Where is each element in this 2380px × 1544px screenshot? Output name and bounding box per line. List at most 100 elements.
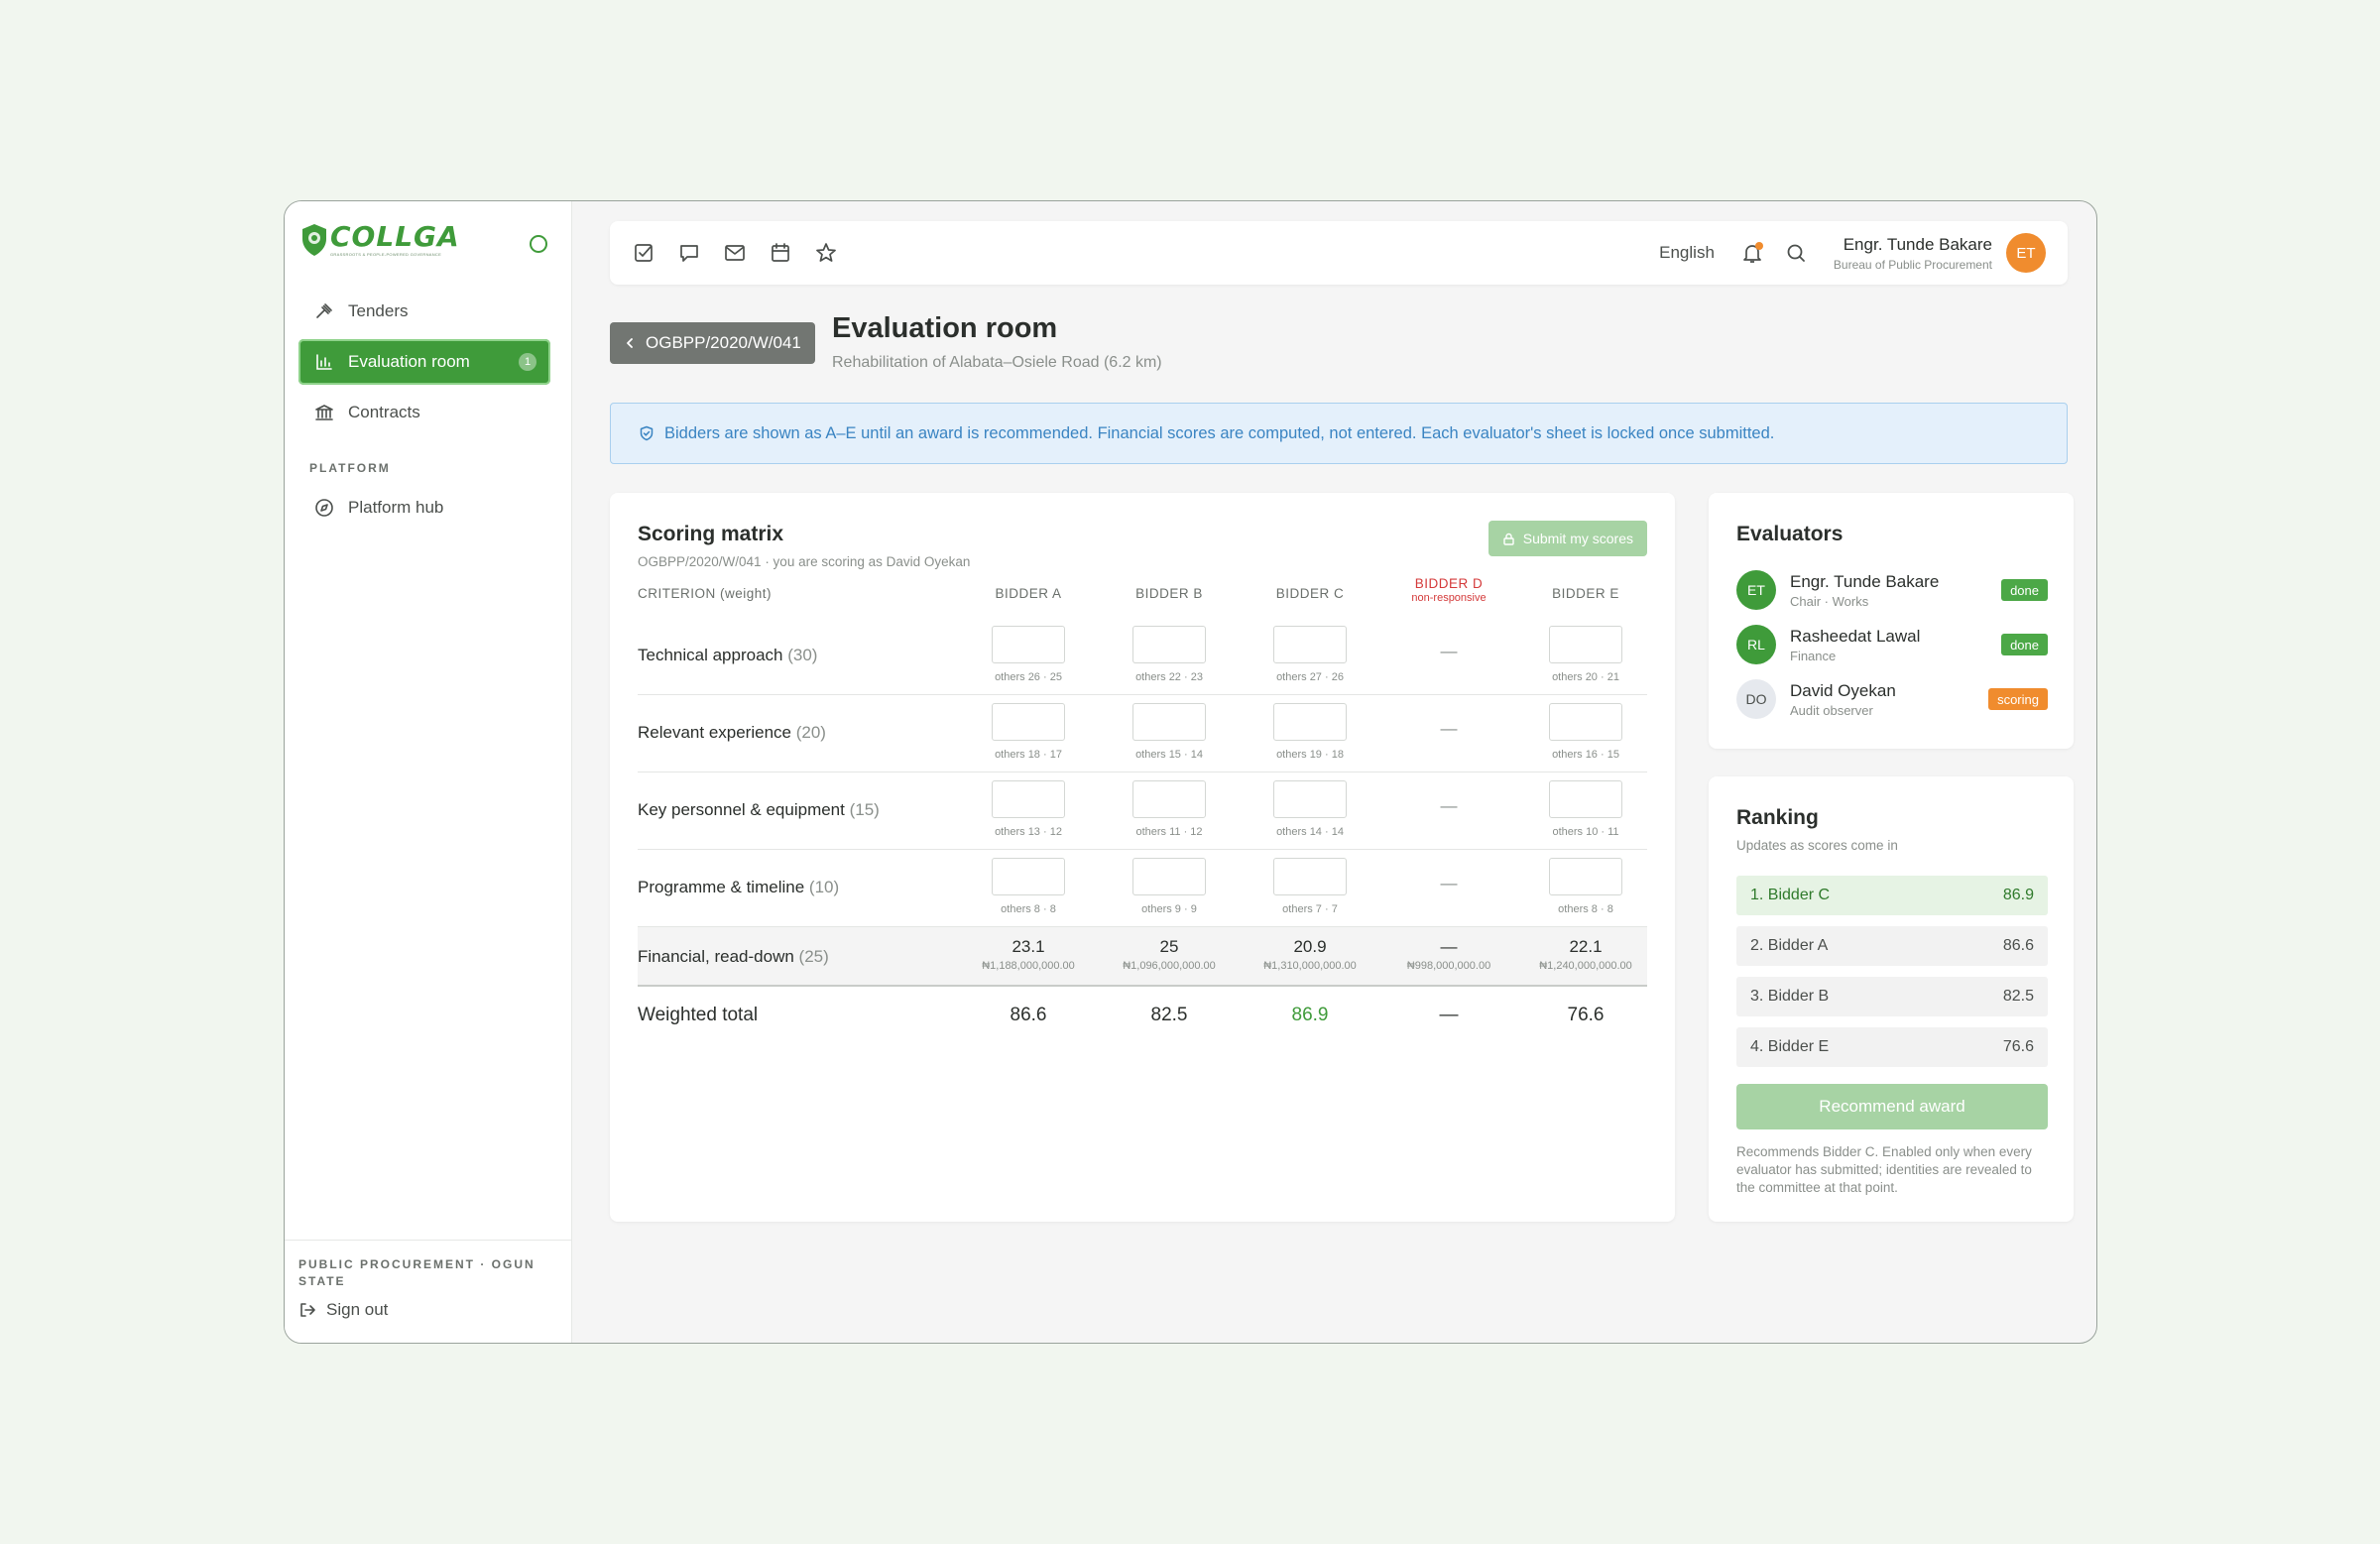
score-input[interactable]: [1132, 780, 1206, 818]
score-input[interactable]: [992, 780, 1065, 818]
recommend-award-note: Recommends Bidder C. Enabled only when e…: [1736, 1144, 2032, 1195]
sign-out-label: Sign out: [326, 1300, 389, 1319]
financial-score: 25: [1159, 937, 1179, 956]
bidder-b-header: BIDDER B: [1135, 586, 1203, 601]
score-input[interactable]: [1273, 626, 1347, 663]
avatar[interactable]: ET: [2006, 233, 2046, 273]
criterion-label: Technical approach (30): [638, 646, 817, 665]
others-scores: others 15 · 14: [1135, 749, 1203, 761]
criterion-weight: (10): [808, 878, 840, 896]
weighted-total-value: 76.6: [1567, 1005, 1605, 1025]
weighted-total-value: —: [1439, 1005, 1459, 1025]
chat-icon[interactable]: [677, 241, 701, 265]
criterion-header: CRITERION (weight): [638, 586, 773, 601]
others-scores: others 8 · 8: [1558, 903, 1613, 915]
score-input[interactable]: [992, 626, 1065, 663]
search-icon[interactable]: [1784, 241, 1808, 265]
score-input[interactable]: [1273, 780, 1347, 818]
financial-cell: 22.1 ₦1,240,000,000.00: [1526, 937, 1645, 972]
criterion-name: Key personnel & equipment: [638, 800, 845, 819]
others-scores: others 22 · 23: [1135, 671, 1203, 683]
notifications-button[interactable]: [1740, 241, 1764, 265]
sign-out-icon: [300, 1303, 315, 1317]
ranking-row: 3. Bidder B 82.5: [1736, 977, 2048, 1016]
evaluator-name: David Oyekan: [1790, 680, 1896, 700]
score-input[interactable]: [1549, 858, 1622, 895]
status-badge: scoring: [1988, 688, 2048, 710]
page-title: Evaluation room: [832, 312, 1058, 344]
submit-scores-button[interactable]: Submit my scores: [1488, 521, 1647, 556]
sidebar-item-label: Platform hub: [348, 498, 444, 517]
sidebar-item-tenders[interactable]: Tenders: [298, 289, 550, 334]
sidebar-item-contracts[interactable]: Contracts: [298, 390, 550, 435]
language-selector[interactable]: English: [1659, 243, 1715, 263]
evaluator-role: Finance: [1790, 648, 1837, 663]
score-input[interactable]: [1132, 626, 1206, 663]
criterion-name: Relevant experience: [638, 723, 791, 742]
score-cell: others 13 · 12: [992, 780, 1065, 838]
ranking-card: Ranking Updates as scores come in 1. Bid…: [1709, 776, 2074, 1222]
evaluator-role: Chair · Works: [1790, 593, 1869, 609]
score-input[interactable]: [1132, 703, 1206, 741]
sign-out-button[interactable]: Sign out: [298, 1300, 557, 1320]
score-input[interactable]: [1549, 626, 1622, 663]
gavel-icon: [316, 303, 332, 318]
scoring-matrix-title: Scoring matrix: [638, 523, 784, 545]
others-scores: others 7 · 7: [1282, 903, 1338, 915]
scoring-matrix-subtitle: OGBPP/2020/W/041 · you are scoring as Da…: [638, 554, 971, 569]
others-scores: others 14 · 14: [1276, 826, 1344, 838]
ranking-score: 86.6: [2002, 937, 2034, 954]
weighted-total-row: Weighted total 86.6 82.5 86.9 — 76.6: [638, 987, 1647, 1042]
evaluator-avatar: RL: [1736, 625, 1776, 664]
nav-section-label: PLATFORM: [309, 461, 391, 475]
score-input[interactable]: [992, 858, 1065, 895]
score-input[interactable]: [1273, 703, 1347, 741]
checkbox-icon[interactable]: [632, 241, 655, 265]
recommend-award-button[interactable]: Recommend award: [1736, 1084, 2048, 1129]
shield-logo-icon: [302, 224, 326, 256]
shield-check-icon: [640, 425, 654, 441]
bidder-a-header: BIDDER A: [995, 586, 1062, 601]
sidebar-item-platform-hub[interactable]: Platform hub: [298, 485, 550, 531]
score-input[interactable]: [1132, 858, 1206, 895]
score-input[interactable]: [992, 703, 1065, 741]
bid-amount: ₦1,188,000,000.00: [982, 960, 1075, 972]
platform-nav: Platform hub: [298, 485, 550, 535]
grid-header: CRITERION (weight) BIDDER A BIDDER B BID…: [638, 576, 1647, 618]
score-input[interactable]: [1549, 780, 1622, 818]
bidder-d-label: BIDDER D: [1414, 576, 1484, 591]
bidder-e-header: BIDDER E: [1552, 586, 1619, 601]
financial-name: Financial, read-down: [638, 947, 794, 966]
score-input[interactable]: [1273, 858, 1347, 895]
criterion-row: Relevant experience (20) others 18 · 17 …: [638, 695, 1647, 772]
empty-score-dash: —: [1440, 796, 1458, 815]
notification-dot: [1754, 242, 1763, 250]
ranking-subtitle: Updates as scores come in: [1736, 838, 1898, 853]
calendar-icon[interactable]: [769, 241, 792, 265]
criterion-row: Technical approach (30) others 26 · 25 o…: [638, 618, 1647, 695]
evaluator-role: Audit observer: [1790, 702, 1873, 718]
score-cell: others 16 · 15: [1549, 703, 1622, 761]
ranking-row: 1. Bidder C 86.9: [1736, 876, 2048, 915]
mail-icon[interactable]: [723, 241, 747, 265]
bidder-d-header: BIDDER D non-responsive: [1401, 576, 1496, 604]
top-right-group: English Engr. Tunde Bakare Bureau of Pub…: [1659, 233, 2046, 273]
financial-cell: — ₦998,000,000.00: [1389, 937, 1508, 972]
compass-icon: [315, 499, 333, 517]
others-scores: others 19 · 18: [1276, 749, 1344, 761]
evaluators-card: Evaluators ET Engr. Tunde Bakare Chair · …: [1709, 493, 2074, 749]
empty-score-dash: —: [1440, 719, 1458, 738]
app-window: COLLGA GRASSROOTS & PEOPLE-POWERED GOVER…: [284, 200, 2097, 1344]
criterion-weight: (15): [849, 800, 880, 819]
financial-score: 22.1: [1569, 937, 1603, 956]
score-input[interactable]: [1549, 703, 1622, 741]
sidebar-item-evaluation-room[interactable]: Evaluation room 1: [298, 339, 550, 385]
ranking-score: 86.9: [2002, 887, 2034, 903]
chevron-left-icon: [627, 338, 633, 348]
star-icon[interactable]: [814, 241, 838, 265]
user-info[interactable]: Engr. Tunde Bakare Bureau of Public Proc…: [1834, 235, 1992, 272]
brand-logo[interactable]: COLLGA GRASSROOTS & PEOPLE-POWERED GOVER…: [300, 223, 460, 257]
others-scores: others 16 · 15: [1552, 749, 1619, 761]
back-button[interactable]: OGBPP/2020/W/041: [610, 322, 815, 364]
ranking-row: 2. Bidder A 86.6: [1736, 926, 2048, 966]
